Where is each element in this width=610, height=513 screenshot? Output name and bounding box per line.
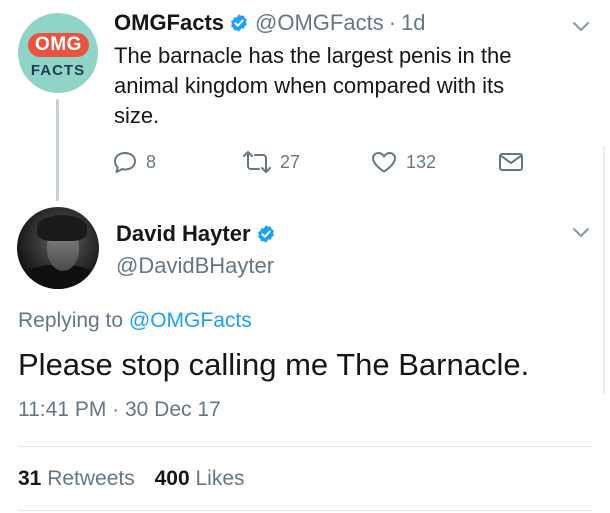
replying-prefix: Replying to (18, 309, 124, 332)
reply-tweet-text: Please stop calling me The Barnacle. (18, 347, 530, 382)
verified-badge-icon (231, 14, 247, 32)
retweet-count: 27 (280, 151, 301, 172)
engagement-stats: 31 Retweets 400 Likes (18, 467, 245, 491)
retweet-icon (243, 151, 271, 173)
omgfacts-avatar[interactable]: OMG FACTS (18, 13, 98, 93)
chevron-down-icon[interactable] (571, 226, 591, 240)
reply-author-name[interactable]: David Hayter (116, 221, 251, 247)
replying-to-mention[interactable]: @OMGFacts (129, 309, 252, 332)
original-tweet-header: OMGFacts @OMGFacts · 1d (114, 9, 426, 37)
facts-logo-text: FACTS (30, 62, 86, 79)
omg-logo-text: OMG (28, 33, 89, 57)
scroll-indicator (603, 146, 605, 394)
reply-author-name-row: David Hayter (116, 221, 282, 247)
retweet-button[interactable]: 27 (242, 148, 300, 176)
like-icon (372, 152, 396, 173)
chevron-down-icon[interactable] (571, 20, 591, 34)
tweet-action-bar: 8 27 132 (112, 148, 532, 176)
tweet-time[interactable]: 1d (401, 10, 425, 36)
reply-count: 8 (146, 151, 157, 172)
reply-button[interactable]: 8 (112, 148, 156, 176)
like-count: 132 (406, 151, 437, 172)
likes-label: Likes (195, 467, 245, 490)
retweets-label: Retweets (47, 467, 135, 490)
reply-author-handle[interactable]: @DavidBHayter (116, 253, 274, 279)
verified-badge-icon (257, 225, 274, 243)
retweets-count: 31 (18, 467, 42, 490)
avatar-hair (37, 215, 87, 241)
author-handle[interactable]: @OMGFacts (255, 10, 384, 36)
likes-stat[interactable]: 400 Likes (155, 467, 245, 490)
original-tweet-text: The barnacle has the largest penis in th… (114, 43, 512, 128)
author-name[interactable]: OMGFacts (114, 10, 224, 36)
direct-message-button[interactable] (498, 148, 524, 176)
separator-dot: · (388, 10, 397, 35)
reply-timestamp[interactable]: 11:41 PM · 30 Dec 17 (18, 398, 221, 422)
likes-count: 400 (154, 467, 190, 490)
davidhayter-avatar[interactable] (17, 207, 99, 289)
reply-icon (114, 152, 136, 173)
replying-to-line: Replying to @OMGFacts (18, 309, 252, 333)
like-button[interactable]: 132 (370, 148, 436, 176)
direct-message-icon (499, 153, 523, 171)
retweets-stat[interactable]: 31 Retweets (18, 467, 135, 490)
divider (18, 510, 593, 511)
thread-connector-line (56, 99, 59, 201)
divider (18, 446, 593, 447)
